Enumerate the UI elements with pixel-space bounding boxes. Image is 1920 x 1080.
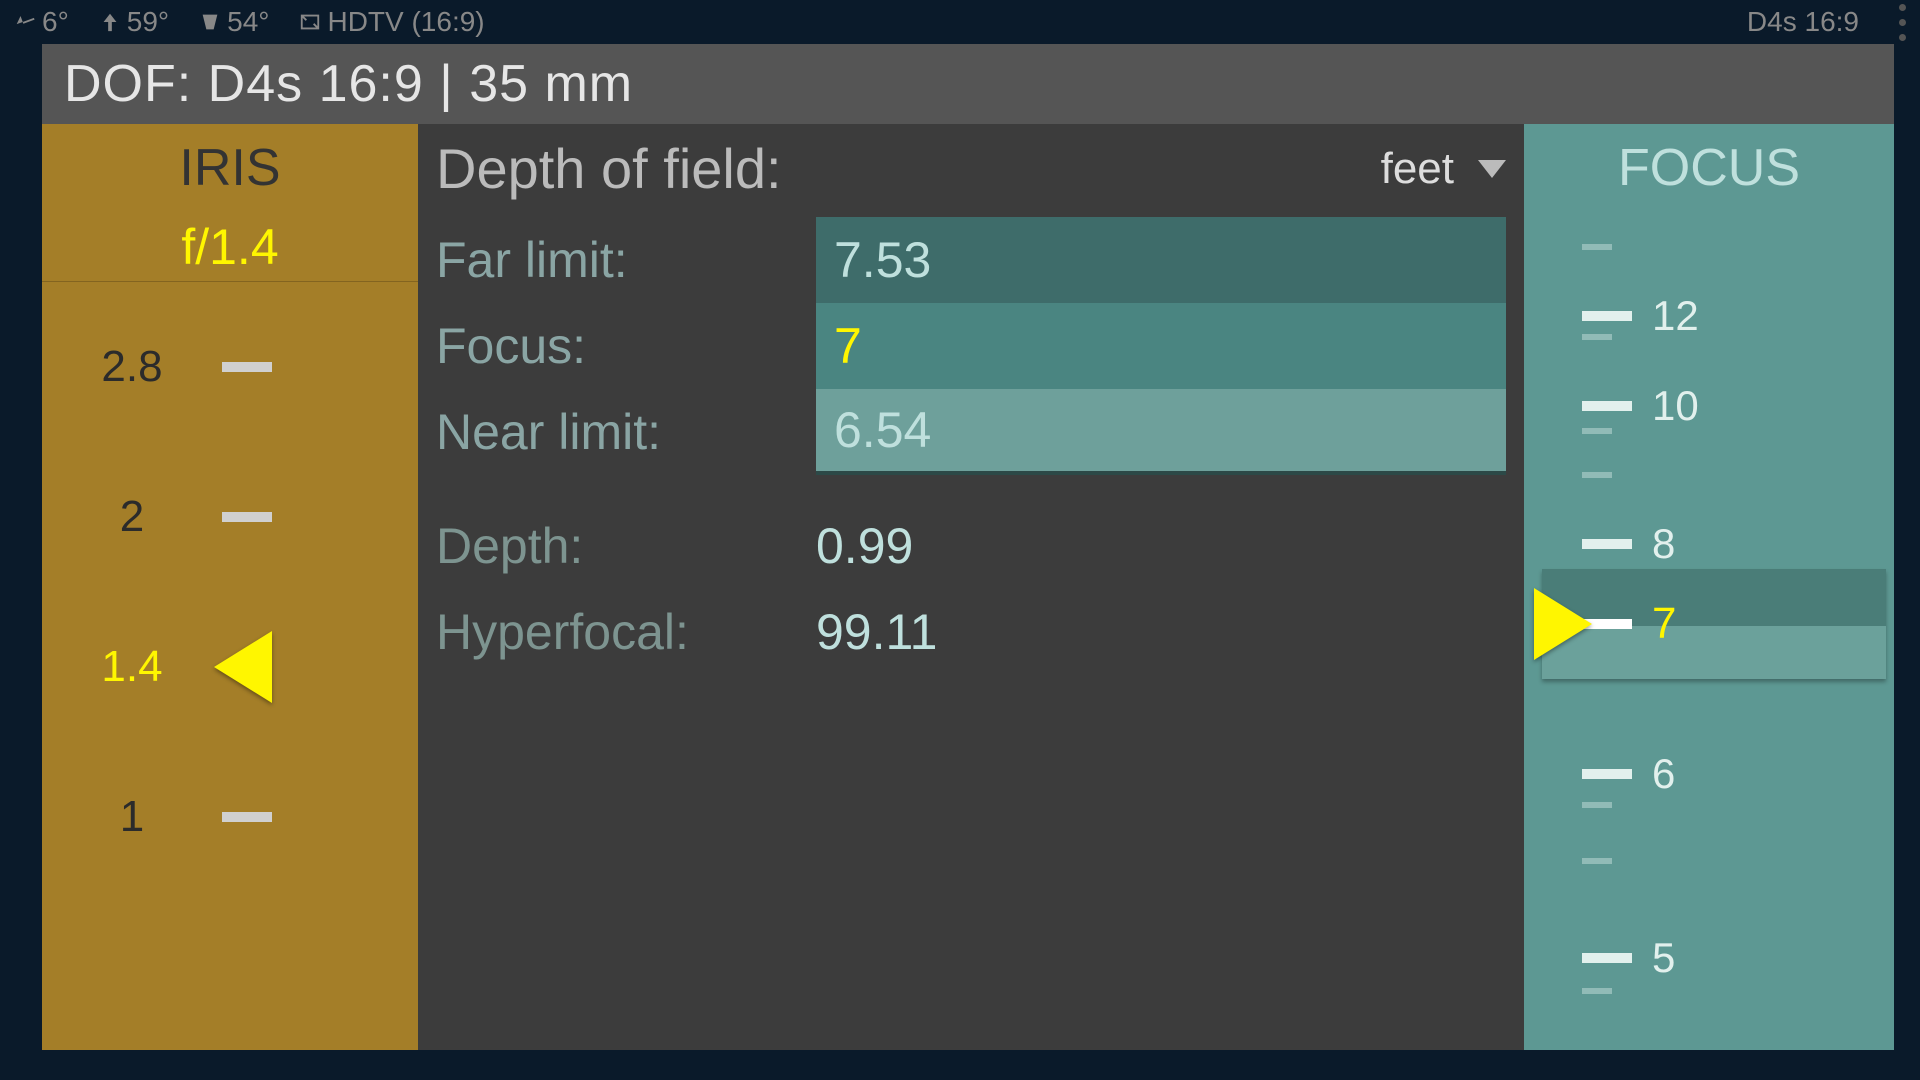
iris-stop-label: 1 bbox=[42, 792, 222, 842]
focus-major-tick[interactable]: 10 bbox=[1582, 382, 1699, 430]
status-aspect-label: HDTV (16:9) bbox=[327, 6, 484, 38]
focus-tick-label: 6 bbox=[1652, 750, 1675, 798]
status-temp-high: 59° bbox=[99, 6, 169, 38]
hyperfocal-label: Hyperfocal: bbox=[436, 603, 816, 661]
window-title-text: DOF: D4s 16:9 | 35 mm bbox=[64, 54, 633, 114]
depth-value: 0.99 bbox=[816, 517, 913, 575]
iris-stop-label: 2.8 bbox=[42, 342, 222, 392]
back-arrow-icon bbox=[14, 11, 36, 33]
focus-panel[interactable]: FOCUS 12 10 8 6 5 7 bbox=[1524, 124, 1894, 1050]
status-fov-value: 54° bbox=[227, 6, 269, 38]
iris-stop[interactable]: 1 bbox=[42, 742, 418, 892]
focus-tick-label: 12 bbox=[1652, 292, 1699, 340]
hyperfocal-value: 99.11 bbox=[816, 603, 937, 661]
status-camera-label: D4s 16:9 bbox=[1747, 6, 1859, 38]
status-angle: 6° bbox=[42, 6, 69, 38]
iris-tick bbox=[222, 512, 272, 522]
focus-label: Focus: bbox=[436, 317, 816, 375]
chevron-down-icon bbox=[1478, 160, 1506, 178]
focus-tick-label: 8 bbox=[1652, 520, 1675, 568]
near-limit-value: 6.54 bbox=[834, 401, 931, 459]
focus-major-tick[interactable]: 6 bbox=[1582, 750, 1675, 798]
focus-row: Focus: 7 bbox=[436, 303, 1506, 389]
focus-selected-value: 7 bbox=[1652, 599, 1676, 649]
focus-bar: 7 bbox=[816, 303, 1506, 389]
dof-calculator-window: DOF: D4s 16:9 | 35 mm IRIS f/1.4 2.8 2 1… bbox=[42, 44, 1894, 1050]
iris-tick bbox=[222, 812, 272, 822]
focus-minor-tick bbox=[1582, 472, 1612, 478]
iris-stop-selected[interactable]: 1.4 bbox=[42, 592, 418, 742]
iris-scale[interactable]: 2.8 2 1.4 1 bbox=[42, 282, 418, 892]
unit-selector[interactable]: feet bbox=[1381, 144, 1506, 194]
iris-selected-value: f/1.4 bbox=[42, 212, 418, 282]
status-aspect[interactable]: HDTV (16:9) bbox=[299, 6, 484, 38]
focus-scale[interactable]: 12 10 8 6 5 7 bbox=[1524, 224, 1894, 1050]
near-limit-label: Near limit: bbox=[436, 403, 816, 461]
far-limit-label: Far limit: bbox=[436, 231, 816, 289]
iris-indicator-icon bbox=[214, 632, 284, 702]
status-bar: 6° 59° 54° HDTV (16:9) D4s 16:9 bbox=[0, 0, 1920, 44]
status-temp-high-value: 59° bbox=[127, 6, 169, 38]
hyperfocal-row: Hyperfocal: 99.11 bbox=[436, 589, 1506, 675]
status-back[interactable]: 6° bbox=[14, 6, 69, 38]
depth-row: Depth: 0.99 bbox=[436, 503, 1506, 589]
menu-dots-icon[interactable] bbox=[1899, 4, 1906, 41]
far-limit-row: Far limit: 7.53 bbox=[436, 217, 1506, 303]
focus-minor-tick bbox=[1582, 858, 1612, 864]
iris-panel[interactable]: IRIS f/1.4 2.8 2 1.4 1 bbox=[42, 124, 418, 1050]
focus-indicator-icon bbox=[1534, 588, 1592, 660]
focus-minor-tick bbox=[1582, 988, 1612, 994]
aspect-ratio-icon bbox=[299, 11, 321, 33]
far-limit-value: 7.53 bbox=[834, 231, 931, 289]
focus-major-tick[interactable]: 12 bbox=[1582, 292, 1699, 340]
iris-heading: IRIS bbox=[42, 124, 418, 212]
near-limit-row: Near limit: 6.54 bbox=[436, 389, 1506, 475]
near-limit-bar: 6.54 bbox=[816, 389, 1506, 475]
depth-label: Depth: bbox=[436, 517, 816, 575]
up-arrow-icon bbox=[99, 11, 121, 33]
status-field-of-view: 54° bbox=[199, 6, 269, 38]
focus-tick-label: 10 bbox=[1652, 382, 1699, 430]
iris-stop[interactable]: 2.8 bbox=[42, 292, 418, 442]
focus-indicator[interactable]: 7 bbox=[1542, 569, 1886, 679]
dof-heading: Depth of field: bbox=[436, 136, 782, 201]
focus-major-tick[interactable]: 8 bbox=[1582, 520, 1675, 568]
shield-icon bbox=[199, 11, 221, 33]
focus-major-tick[interactable]: 5 bbox=[1582, 934, 1675, 982]
unit-selector-label: feet bbox=[1381, 144, 1454, 194]
iris-stop[interactable]: 2 bbox=[42, 442, 418, 592]
window-title: DOF: D4s 16:9 | 35 mm bbox=[42, 44, 1894, 124]
far-limit-bar: 7.53 bbox=[816, 217, 1506, 303]
focus-heading: FOCUS bbox=[1524, 124, 1894, 212]
focus-value: 7 bbox=[834, 317, 862, 375]
focus-minor-tick bbox=[1582, 802, 1612, 808]
iris-stop-label: 1.4 bbox=[42, 642, 222, 692]
iris-stop-label: 2 bbox=[42, 492, 222, 542]
iris-tick bbox=[222, 362, 272, 372]
focus-minor-tick bbox=[1582, 244, 1612, 250]
dof-panel: Depth of field: feet Far limit: 7.53 Foc… bbox=[418, 124, 1524, 1050]
focus-tick-label: 5 bbox=[1652, 934, 1675, 982]
